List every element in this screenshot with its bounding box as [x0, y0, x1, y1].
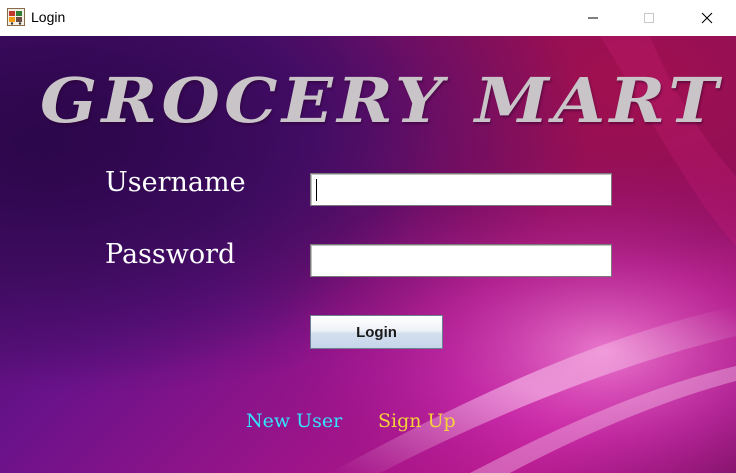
username-label: Username	[105, 167, 246, 198]
minimize-button[interactable]	[564, 0, 622, 36]
login-button[interactable]: Login	[310, 315, 443, 349]
password-label: Password	[105, 239, 236, 270]
app-title: GROCERY MART	[40, 64, 723, 137]
close-button[interactable]	[678, 0, 736, 36]
maximize-button[interactable]	[620, 0, 678, 36]
login-panel: GROCERY MART Username Password Login New…	[0, 36, 736, 473]
username-input[interactable]	[310, 173, 612, 206]
new-user-text: New User	[246, 410, 343, 432]
window-title: Login	[31, 9, 66, 25]
maximize-icon	[643, 9, 655, 28]
title-bar[interactable]: Login	[0, 0, 736, 36]
close-icon	[701, 9, 713, 28]
text-cursor	[316, 179, 317, 201]
login-window: Login GROCERY MART Username Password Log…	[0, 0, 736, 473]
password-input[interactable]	[310, 244, 612, 277]
minimize-icon	[587, 9, 599, 28]
grocery-cart-icon	[7, 8, 25, 26]
sign-up-link[interactable]: Sign Up	[378, 410, 456, 432]
